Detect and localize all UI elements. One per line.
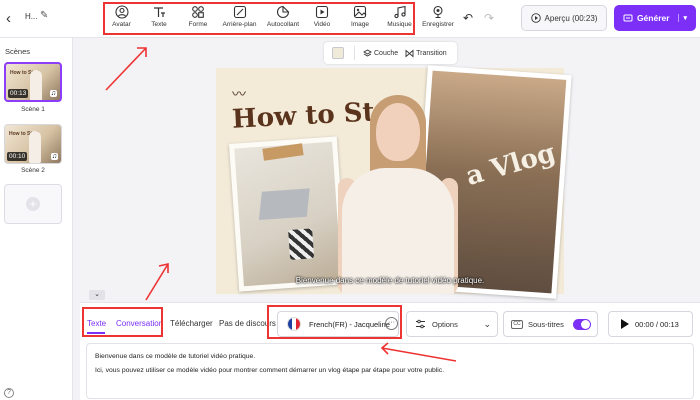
sliders-icon	[416, 319, 425, 329]
collapse-chevron-icon[interactable]: ⌄	[89, 290, 105, 300]
script-line-2: Ici, vous pouvez utiliser ce modèle vidé…	[95, 367, 445, 374]
decorative-swirl-icon: 〰	[232, 86, 246, 102]
undo-icon[interactable]: ↶	[463, 11, 473, 25]
closed-captions-icon: CC	[511, 319, 523, 329]
divider	[354, 46, 355, 60]
laptop-photo-image	[234, 141, 342, 287]
redo-icon[interactable]: ↷	[484, 11, 494, 25]
active-tab-indicator	[87, 332, 105, 334]
tab-text[interactable]: Texte	[87, 319, 106, 328]
tool-text[interactable]: Texte	[140, 2, 178, 36]
insert-toolbar: Avatar Texte Forme Arrière-plan Autocoll…	[103, 2, 418, 36]
script-line-1: Bienvenue dans ce modèle de tutoriel vid…	[95, 353, 256, 360]
options-dropdown[interactable]: Options ⌄	[406, 311, 498, 337]
france-flag-icon	[287, 317, 301, 331]
laptop-photo[interactable]	[228, 136, 348, 292]
avatar-figure	[30, 70, 42, 100]
avatar-icon	[114, 5, 129, 19]
playback-control[interactable]: 00:00 / 00:13	[608, 311, 693, 337]
script-panel: Texte Conversation Télécharger Pas de di…	[80, 302, 700, 400]
help-icon[interactable]: ?	[4, 388, 14, 398]
tool-video-label: Vidéo	[313, 21, 331, 28]
music-icon: ♫	[49, 90, 57, 97]
top-bar: ‹ H... ✎ Avatar Texte Forme Arrière-plan…	[0, 0, 700, 38]
scene-duration: 00:13	[8, 89, 29, 98]
avatar-head	[376, 103, 420, 161]
record-button[interactable]: Enregistrer	[420, 5, 456, 28]
options-label: Options	[432, 319, 458, 329]
laptop-shape	[258, 188, 310, 221]
music-icon: ♫	[50, 153, 58, 160]
layer-label: Couche	[374, 49, 399, 57]
tool-video[interactable]: Vidéo	[305, 2, 339, 36]
subtitles-label: Sous-titres	[528, 319, 564, 329]
subtitle-caption[interactable]: Bienvenue dans ce modèle de tutoriel vid…	[216, 276, 564, 285]
generate-label: Générer	[636, 13, 670, 23]
tool-text-label: Texte	[151, 21, 167, 28]
tool-shape-label: Forme	[188, 21, 208, 28]
preview-button[interactable]: Aperçu (00:23)	[521, 5, 607, 31]
scene-label-1: Scène 1	[21, 106, 45, 113]
tab-no-speech[interactable]: Pas de discours	[219, 319, 276, 328]
play-circle-icon	[530, 13, 541, 23]
music-icon	[393, 5, 406, 19]
image-icon	[353, 5, 367, 19]
script-textarea[interactable]: Bienvenue dans ce modèle de tutoriel vid…	[86, 343, 694, 399]
tool-music[interactable]: Musique	[381, 2, 418, 36]
tool-avatar-label: Avatar	[112, 21, 131, 28]
cup-shape	[288, 228, 315, 260]
sticker-icon	[276, 5, 290, 19]
more-options-icon[interactable]: ···	[385, 317, 398, 330]
tool-sticker[interactable]: Autocollant	[261, 2, 305, 36]
play-icon[interactable]	[621, 319, 629, 329]
background-icon	[233, 5, 246, 19]
tool-sticker-label: Autocollant	[266, 21, 300, 28]
tab-upload[interactable]: Télécharger	[170, 319, 213, 328]
record-icon	[433, 5, 443, 19]
back-button[interactable]: ‹	[6, 9, 20, 29]
playback-time: 00:00 / 00:13	[635, 319, 679, 329]
export-icon	[623, 14, 633, 22]
transition-button[interactable]: Transition	[405, 49, 447, 58]
background-color-swatch[interactable]	[332, 47, 344, 59]
scenes-panel: Scènes How to Start 00:13 ♫ Scène 1 How …	[0, 38, 73, 400]
layers-icon	[363, 48, 372, 57]
project-name[interactable]: H...	[25, 12, 37, 21]
chevron-down-icon[interactable]: ▾	[677, 14, 687, 22]
subtitles-toggle[interactable]	[573, 319, 591, 330]
plus-icon: +	[26, 197, 40, 211]
preview-label: Aperçu (00:23)	[544, 13, 598, 23]
transition-label: Transition	[416, 49, 447, 57]
tool-shape[interactable]: Forme	[178, 2, 218, 36]
tab-conversation[interactable]: Conversation	[116, 319, 163, 328]
tool-background-label: Arrière-plan	[222, 21, 257, 28]
transition-icon	[405, 49, 414, 57]
chevron-down-icon: ⌄	[483, 319, 491, 329]
tool-image-label: Image	[350, 21, 370, 28]
tool-music-label: Musique	[387, 21, 412, 28]
tool-background[interactable]: Arrière-plan	[218, 2, 261, 36]
edit-icon[interactable]: ✎	[40, 10, 48, 21]
subtitles-control: CC Sous-titres	[503, 311, 598, 337]
layer-button[interactable]: Couche	[363, 48, 399, 58]
scene-label-2: Scène 2	[21, 167, 45, 174]
tool-avatar[interactable]: Avatar	[103, 2, 140, 36]
avatar-figure	[29, 131, 41, 163]
scenes-title: Scènes	[5, 47, 31, 56]
text-icon	[154, 7, 165, 17]
scene-thumbnail-2[interactable]: How to Start 00:10 ♫	[4, 124, 62, 164]
add-scene-button[interactable]: +	[4, 184, 62, 224]
generate-button[interactable]: Générer ▾	[614, 5, 696, 31]
canvas-toolbar: Couche Transition	[324, 42, 457, 64]
record-label: Enregistrer	[422, 21, 454, 28]
scene-thumbnail-1[interactable]: How to Start 00:13 ♫	[4, 62, 62, 102]
video-icon	[315, 5, 329, 19]
tool-image[interactable]: Image	[339, 2, 381, 36]
voice-selector[interactable]: French(FR) - Jacqueline	[277, 311, 399, 337]
shape-icon	[192, 6, 204, 18]
voice-label: French(FR) - Jacqueline	[309, 319, 390, 329]
scene-duration: 00:10	[7, 152, 28, 161]
